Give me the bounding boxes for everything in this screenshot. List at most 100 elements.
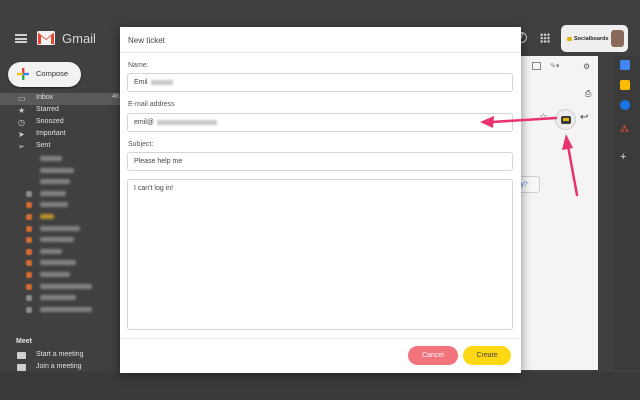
label-important-icon: ➤	[18, 130, 25, 139]
blurred-label[interactable]	[0, 257, 120, 269]
blurred-text	[40, 295, 76, 301]
blurred-label[interactable]	[0, 188, 120, 200]
nav-item-sent[interactable]: ➢ Sent	[0, 141, 120, 153]
settings-gear-icon[interactable]: ⚙	[583, 62, 592, 71]
print-icon[interactable]: ⎙	[585, 89, 594, 98]
blurred-text	[40, 260, 76, 266]
blurred-text	[40, 156, 62, 161]
message-value: I can't log in!	[134, 185, 174, 192]
label-icon[interactable]: ✎▾	[550, 62, 559, 71]
keyboard-icon	[17, 364, 26, 371]
blurred-label[interactable]	[0, 223, 120, 235]
inbox-icon: ▭	[18, 94, 26, 103]
cancel-button[interactable]: Cancel	[408, 346, 458, 365]
star-email-icon[interactable]: ☆	[539, 112, 548, 123]
divider	[120, 338, 521, 339]
blurred-label[interactable]	[0, 304, 120, 316]
blurred-text	[40, 213, 54, 219]
gmail-logo-icon	[37, 31, 55, 45]
label-color-icon	[26, 295, 32, 302]
blurred-text	[40, 237, 74, 243]
label-color-icon	[26, 271, 32, 278]
label-color-icon	[26, 190, 32, 197]
blurred-text	[40, 179, 70, 185]
label-color-icon	[26, 306, 32, 313]
gmail-nav: ▭ Inbox 46 ★ Starred ◷ Snoozed ➤ Importa…	[0, 93, 120, 315]
nav-item-important[interactable]: ➤ Important	[0, 129, 120, 141]
gmail-header: Gmail	[0, 22, 120, 54]
join-meeting-item[interactable]: Join a meeting	[0, 362, 120, 374]
blurred-label[interactable]	[0, 165, 120, 177]
gmail-brand-text: Gmail	[62, 31, 96, 46]
socialboards-logo-icon	[561, 116, 571, 124]
blurred-label[interactable]	[0, 292, 120, 304]
blurred-label[interactable]	[0, 281, 120, 293]
blurred-text	[40, 202, 68, 208]
blurred-label[interactable]	[0, 269, 120, 281]
blurred-text	[40, 283, 92, 289]
divider	[120, 52, 521, 53]
blurred-label[interactable]	[0, 176, 120, 188]
label-color-icon	[26, 225, 32, 232]
nav-label: Important	[36, 130, 66, 137]
start-meeting-label: Start a meeting	[36, 351, 84, 358]
start-meeting-item[interactable]: Start a meeting	[0, 350, 120, 362]
tasks-icon[interactable]	[620, 100, 630, 110]
reply-icon[interactable]: ↩	[580, 112, 588, 123]
nav-item-snoozed[interactable]: ◷ Snoozed	[0, 117, 120, 129]
side-panel-rail: ⁂ +	[613, 56, 640, 370]
gmail-right-area: ? Socialboards ✎▾ ⚙ ⎙ ⁂ +	[513, 22, 640, 372]
label-color-icon	[26, 202, 32, 209]
dialog-title: New ticket	[128, 36, 165, 45]
redacted-text	[156, 119, 217, 125]
blurred-label[interactable]	[0, 211, 120, 223]
socialboards-label: Socialboards	[574, 36, 609, 42]
blurred-label[interactable]	[0, 153, 120, 165]
subject-field[interactable]: Please help me	[127, 152, 513, 171]
calendar-icon[interactable]	[620, 60, 630, 70]
label-color-icon	[26, 283, 32, 290]
blurred-text	[40, 225, 80, 231]
avatar[interactable]	[611, 30, 624, 47]
unread-count: 46	[112, 94, 119, 100]
get-add-ons-plus-icon[interactable]: +	[620, 152, 630, 163]
message-textarea[interactable]: I can't log in!	[127, 179, 513, 330]
compose-plus-icon	[17, 68, 29, 80]
nav-label: Starred	[36, 106, 59, 113]
blurred-label[interactable]	[0, 234, 120, 246]
select-checkbox-icon[interactable]	[532, 62, 541, 70]
create-button[interactable]: Create	[463, 346, 511, 365]
add-on-icon[interactable]: ⁂	[620, 124, 630, 134]
join-meeting-label: Join a meeting	[36, 363, 82, 370]
email-label: E-mail address	[128, 101, 175, 108]
send-icon: ➢	[18, 142, 25, 151]
keep-icon[interactable]	[620, 80, 630, 90]
socialboards-extension-button[interactable]	[555, 109, 576, 130]
email-value: emil@	[134, 119, 154, 126]
socialboards-logo-icon	[567, 37, 572, 41]
video-camera-icon	[17, 352, 26, 359]
subject-value: Please help me	[134, 158, 183, 165]
nav-label: Inbox	[36, 94, 54, 101]
blurred-text	[40, 167, 74, 173]
nav-item-inbox[interactable]: ▭ Inbox 46	[0, 93, 120, 105]
main-menu-icon[interactable]	[15, 34, 27, 43]
name-label: Name:	[128, 62, 149, 69]
label-color-icon	[26, 260, 32, 267]
blurred-label[interactable]	[0, 246, 120, 258]
compose-button[interactable]: Compose	[8, 62, 81, 87]
new-ticket-dialog: New ticket Name: Emil E-mail address emi…	[120, 27, 521, 373]
blurred-text	[40, 271, 70, 277]
email-view-panel: ✎▾ ⚙ ⎙	[513, 56, 598, 370]
email-field[interactable]: emil@	[127, 113, 513, 132]
label-color-icon	[26, 237, 32, 244]
name-field[interactable]: Emil	[127, 73, 513, 92]
blurred-text	[40, 306, 92, 312]
blurred-label[interactable]	[0, 199, 120, 211]
meet-section-title: Meet	[16, 338, 32, 345]
blurred-text	[40, 190, 66, 196]
label-color-icon	[26, 213, 32, 220]
socialboards-account-chip[interactable]: Socialboards	[561, 25, 628, 52]
nav-item-starred[interactable]: ★ Starred	[0, 105, 120, 117]
google-apps-icon[interactable]	[540, 33, 550, 43]
